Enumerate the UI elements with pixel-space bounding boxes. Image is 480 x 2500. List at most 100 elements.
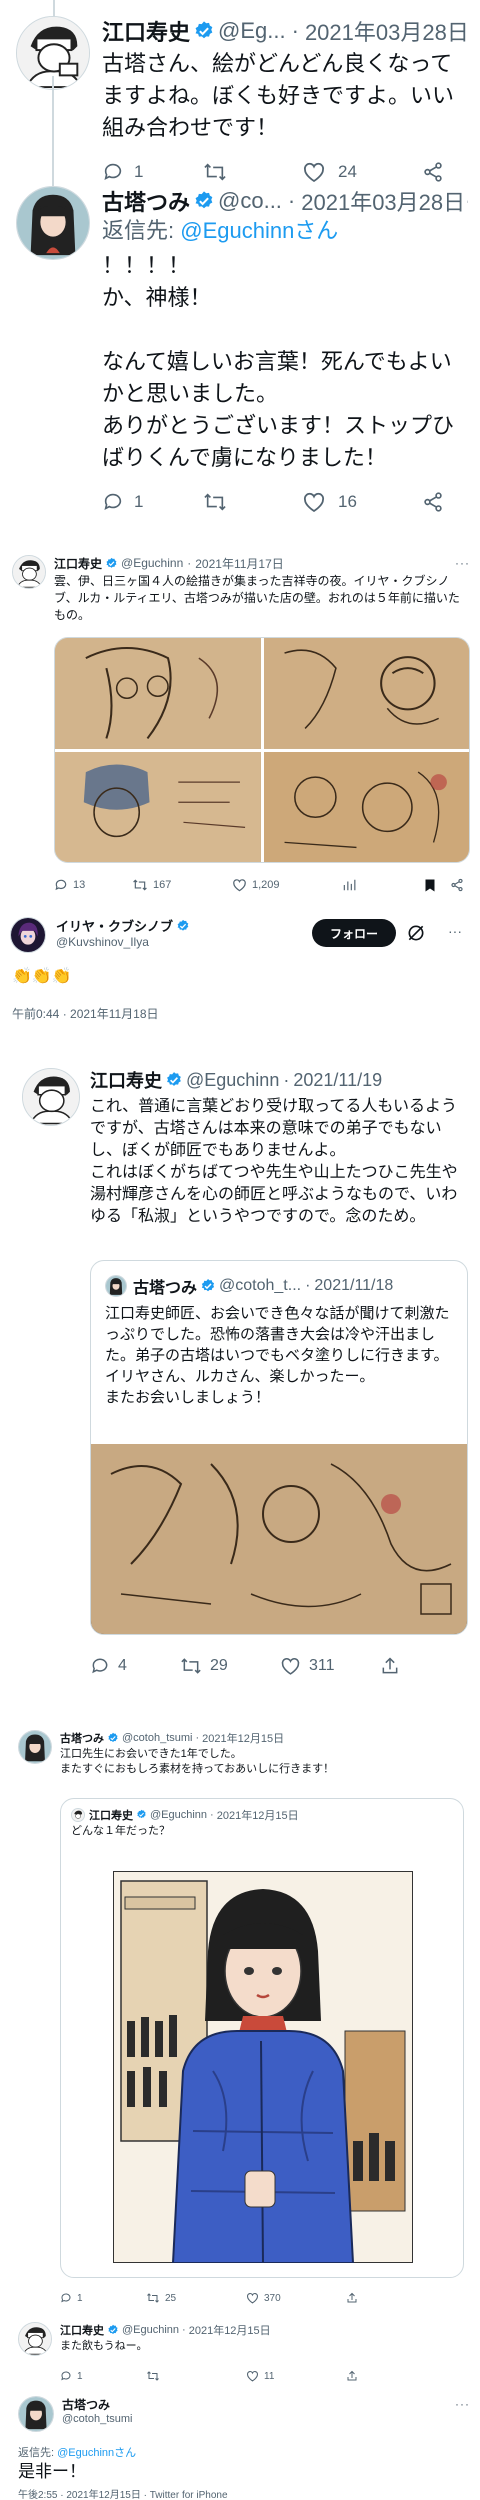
share-button[interactable] xyxy=(450,878,470,892)
like-button[interactable]: 11 xyxy=(246,2370,346,2382)
author-name[interactable]: イリヤ・クブシノブ xyxy=(56,917,173,934)
wall-photo[interactable] xyxy=(55,638,261,749)
photo-grid[interactable] xyxy=(54,637,470,863)
quoted-tweet[interactable]: 江口寿史 @Eguchinn · 2021年12月15日 どんな１年だった？ xyxy=(60,1798,464,2278)
like-button[interactable]: 24 xyxy=(302,161,422,183)
avatar-eguchi[interactable] xyxy=(71,1807,85,1822)
share-button[interactable] xyxy=(346,2370,358,2382)
reply-count: 4 xyxy=(118,1657,127,1674)
tweet-cotoh-1[interactable]: 古塔つみ @co... · 2021年03月28日 ··· 返信先: @Eguc… xyxy=(16,186,468,514)
tweet-date[interactable]: 2021年11月17日 xyxy=(195,555,284,571)
reply-button[interactable]: 1 xyxy=(102,491,202,513)
like-button[interactable]: 16 xyxy=(302,491,422,513)
tweet-timestamp[interactable]: 午前0:44 · 2021年11月18日 xyxy=(12,1005,159,1022)
tweet-date[interactable]: 2021年03月28日 xyxy=(301,186,465,216)
tweet-eguchi-clarification[interactable]: 江口寿史 @Eguchinn · 2021/11/19 これ、普通に言葉どおり受… xyxy=(22,1068,468,1228)
share-button[interactable] xyxy=(346,2292,358,2304)
tweet-date[interactable]: 2021年12月15日 xyxy=(202,1730,284,1745)
reply-mention-link[interactable]: @Eguchinnさん xyxy=(57,2447,136,2459)
wall-photo[interactable] xyxy=(263,751,469,862)
author-handle[interactable]: @cotoh_tsumi xyxy=(62,2412,470,2427)
quoted-author-handle[interactable]: @Eguchinn xyxy=(150,1809,207,1821)
retweet-button[interactable] xyxy=(202,161,302,183)
tweet-timestamp[interactable]: 午後2:55 · 2021年12月15日 · Twitter for iPhon… xyxy=(18,2486,228,2500)
author-name[interactable]: 古塔つみ xyxy=(102,186,190,216)
reply-button[interactable]: 4 xyxy=(90,1656,180,1676)
quoted-author-handle[interactable]: @cotoh_t... xyxy=(219,1277,301,1295)
author-handle[interactable]: @cotoh_tsumi xyxy=(122,1732,192,1744)
more-options-icon[interactable]: ··· xyxy=(455,2397,470,2411)
quoted-tweet[interactable]: 古塔つみ @cotoh_t... · 2021/11/18 江口寿史師匠、お会い… xyxy=(90,1260,468,1635)
reply-button[interactable]: 1 xyxy=(60,2292,146,2304)
more-options-icon[interactable]: ··· xyxy=(455,556,470,570)
analytics-button[interactable] xyxy=(342,878,382,892)
quoted-author-name[interactable]: 古塔つみ xyxy=(133,1275,197,1297)
reply-count: 1 xyxy=(134,492,144,511)
reply-mention-link[interactable]: @Eguchinnさん xyxy=(180,218,338,243)
like-count: 1,209 xyxy=(252,879,280,891)
avatar-eguchi-icon xyxy=(19,2323,51,2355)
author-name[interactable]: 古塔つみ xyxy=(62,2396,110,2412)
share-icon xyxy=(424,492,442,512)
tweet-date[interactable]: 2021年12月15日 xyxy=(189,2322,271,2337)
reply-button[interactable]: 1 xyxy=(60,2370,146,2382)
verified-badge-icon xyxy=(193,20,215,42)
tweet-date[interactable]: 2021年03月28日 xyxy=(305,16,468,46)
quoted-tweet-illustration[interactable] xyxy=(112,1870,414,2264)
follow-button[interactable]: フォロー xyxy=(312,919,396,947)
author-handle[interactable]: @co... xyxy=(218,188,282,214)
tweet-eguchi-wall[interactable]: 江口寿史 @Eguchinn · 2021年11月17日 ··· 雲、伊、日三ヶ… xyxy=(12,555,470,624)
reply-button[interactable]: 13 xyxy=(54,878,132,892)
retweet-button[interactable]: 167 xyxy=(132,878,232,892)
avatar-cotoh[interactable] xyxy=(105,1275,127,1297)
wall-photo[interactable] xyxy=(55,751,261,862)
author-name[interactable]: 江口寿史 xyxy=(60,2322,104,2337)
author-name[interactable]: 江口寿史 xyxy=(54,555,102,571)
avatar-eguchi[interactable] xyxy=(22,1068,80,1126)
tweet-eguchi-reply[interactable]: 江口寿史 @Eguchinn · 2021年12月15日 また飲もうねー。 xyxy=(18,2322,470,2356)
author-handle[interactable]: @Eg... xyxy=(218,18,286,44)
tweet-kuvshinov[interactable]: イリヤ・クブシノブ @Kuvshinov_Ilya フォロー ··· xyxy=(10,917,470,953)
grok-icon[interactable] xyxy=(406,923,426,943)
verified-badge-icon xyxy=(165,1071,183,1089)
avatar-cotoh[interactable] xyxy=(16,186,90,260)
like-button[interactable]: 311 xyxy=(280,1656,380,1676)
retweet-button[interactable]: 29 xyxy=(180,1656,280,1676)
quoted-tweet-date[interactable]: 2021/11/18 xyxy=(314,1277,393,1295)
avatar-eguchi[interactable] xyxy=(12,555,46,589)
share-button[interactable] xyxy=(422,491,444,513)
author-name[interactable]: 江口寿史 xyxy=(90,1068,162,1092)
author-name[interactable]: 古塔つみ xyxy=(60,1730,104,1745)
like-button[interactable]: 1,209 xyxy=(232,878,342,892)
retweet-button[interactable] xyxy=(202,491,302,513)
wall-photo[interactable] xyxy=(263,638,469,749)
avatar-eguchi[interactable] xyxy=(18,2322,52,2356)
quoted-tweet-photo[interactable] xyxy=(91,1444,467,1634)
author-handle[interactable]: @Eguchinn xyxy=(121,556,183,570)
share-button[interactable] xyxy=(380,1656,400,1676)
more-options-icon[interactable]: ··· xyxy=(465,188,468,214)
retweet-button[interactable] xyxy=(146,2370,246,2382)
tweet-cotoh-2[interactable]: 古塔つみ @cotoh_tsumi · 2021年12月15日 江口先生にお会い… xyxy=(18,1730,470,1777)
tweet-cotoh-final[interactable]: 古塔つみ ··· @cotoh_tsumi xyxy=(18,2396,470,2432)
more-options-icon[interactable]: ··· xyxy=(448,923,462,939)
author-name[interactable]: 江口寿史 xyxy=(102,16,190,46)
share-icon xyxy=(451,878,463,892)
avatar-kuvshinov[interactable] xyxy=(10,917,46,953)
reply-button[interactable]: 1 xyxy=(102,161,202,183)
reply-count: 1 xyxy=(77,2292,83,2304)
author-handle[interactable]: @Eguchinn xyxy=(122,2324,179,2336)
like-button[interactable]: 370 xyxy=(246,2292,346,2304)
verified-badge-icon xyxy=(105,557,118,570)
quoted-author-name[interactable]: 江口寿史 xyxy=(89,1807,133,1822)
tweet-date[interactable]: 2021/11/19 xyxy=(293,1070,382,1091)
share-button[interactable] xyxy=(422,161,444,183)
wall-drawing-image xyxy=(55,638,261,749)
avatar-cotoh[interactable] xyxy=(18,2396,54,2432)
author-handle[interactable]: @Eguchinn xyxy=(186,1070,279,1091)
bookmark-button[interactable] xyxy=(424,878,450,893)
tweet-eguchi-1[interactable]: 江口寿史 @Eg... · 2021年03月28日 ··· 古塔さん、絵がどんど… xyxy=(16,16,468,186)
quoted-tweet-date[interactable]: 2021年12月15日 xyxy=(217,1807,299,1822)
avatar-cotoh[interactable] xyxy=(18,1730,52,1764)
retweet-button[interactable]: 25 xyxy=(146,2292,246,2304)
